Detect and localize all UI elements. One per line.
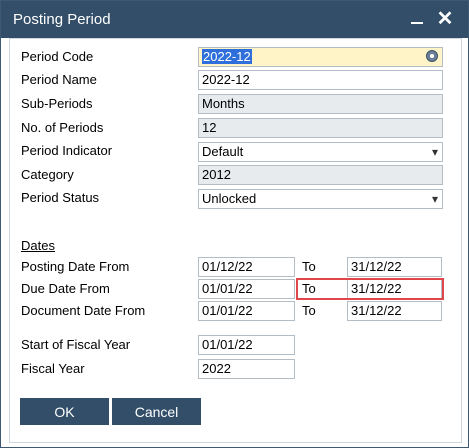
ok-button[interactable]: OK (20, 398, 109, 425)
title-bar[interactable]: Posting Period ✕ (1, 1, 468, 38)
period-status-select[interactable]: Unlocked (198, 189, 443, 209)
document-date-to-field[interactable]: 31/12/22 (347, 301, 442, 321)
no-of-periods-label: No. of Periods (21, 120, 104, 135)
no-of-periods-field: 12 (198, 118, 443, 138)
due-date-from-field[interactable]: 01/01/22 (198, 279, 295, 299)
period-status-label: Period Status (21, 190, 100, 205)
posting-date-from-label: Posting Date From (21, 259, 130, 274)
start-of-fiscal-year-field[interactable]: 01/01/22 (198, 335, 295, 355)
posting-date-to-field[interactable]: 31/12/22 (347, 257, 442, 277)
globe-icon[interactable] (426, 50, 438, 62)
period-code-value: 2022-12 (202, 49, 252, 64)
fiscal-year-label: Fiscal Year (21, 361, 85, 376)
period-code-label: Period Code (21, 49, 94, 64)
sub-periods-label: Sub-Periods (21, 96, 93, 111)
period-indicator-label: Period Indicator (21, 143, 113, 158)
category-field: 2012 (198, 165, 443, 185)
document-date-from-label: Document Date From (21, 303, 146, 318)
period-code-field[interactable]: 2022-12 (198, 47, 443, 67)
start-of-fiscal-year-label: Start of Fiscal Year (21, 337, 131, 352)
window-title: Posting Period (13, 11, 111, 28)
document-date-from-field[interactable]: 01/01/22 (198, 301, 295, 321)
due-date-from-label: Due Date From (21, 281, 110, 296)
period-name-label: Period Name (21, 72, 97, 87)
form-panel: Period Code 2022-12 Period Name 2022-12 … (9, 38, 462, 443)
close-icon[interactable]: ✕ (433, 7, 457, 31)
document-date-to-label: To (302, 303, 316, 318)
due-date-to-highlight (296, 278, 444, 300)
dates-section-label: Dates (21, 238, 55, 253)
sub-periods-field: Months (198, 94, 443, 114)
fiscal-year-field[interactable]: 2022 (198, 359, 295, 379)
posting-period-window: Posting Period ✕ Period Code 2022-12 Per… (0, 0, 469, 448)
period-name-field[interactable]: 2022-12 (198, 70, 443, 90)
category-label: Category (21, 167, 74, 182)
posting-date-from-field[interactable]: 01/12/22 (198, 257, 295, 277)
minimize-icon[interactable] (405, 7, 429, 31)
period-indicator-select[interactable]: Default (198, 142, 443, 162)
posting-date-to-label: To (302, 259, 316, 274)
cancel-button[interactable]: Cancel (112, 398, 201, 425)
